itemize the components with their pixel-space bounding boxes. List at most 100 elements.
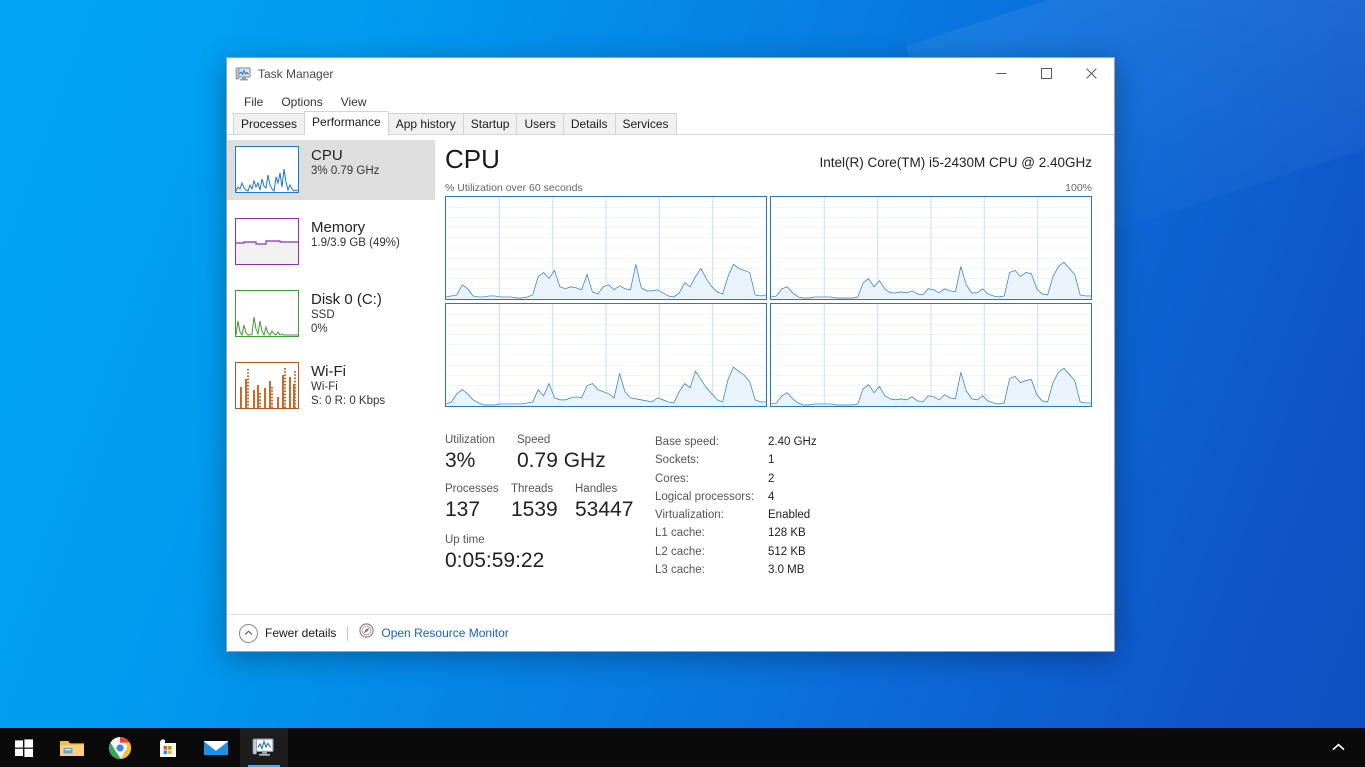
stat-speed: Speed 0.79 GHz	[517, 433, 606, 474]
stat-processes-value: 137	[445, 498, 481, 521]
tab-processes[interactable]: Processes	[233, 113, 306, 134]
sidebar-cpu-name: CPU	[311, 147, 343, 164]
sidebar-disk-name: Disk 0 (C:)	[311, 291, 382, 308]
window-title: Task Manager	[258, 66, 334, 81]
stat-processes: Processes 137	[445, 482, 511, 523]
cpu-model-name: Intel(R) Core(TM) i5-2430M CPU @ 2.40GHz	[819, 155, 1092, 170]
sidebar-memory-line1: 1.9/3.9 GB (49%)	[311, 237, 400, 249]
window-body: CPU 3% 0.79 GHz Memory 1.9/3.9 GB (49%)	[227, 135, 1114, 614]
cpu-graph-2	[445, 303, 767, 407]
taskbar	[0, 728, 1365, 767]
stat-handles: Handles 53447	[575, 482, 633, 523]
show-hidden-icons-chevron[interactable]	[1321, 728, 1355, 767]
detail-value: 1	[768, 454, 775, 467]
footer-separator	[347, 625, 349, 641]
memory-thumbnail-graph	[235, 218, 299, 265]
detail-value: Enabled	[768, 509, 811, 522]
sidebar-memory-text: Memory 1.9/3.9 GB (49%)	[311, 218, 400, 250]
task-manager-icon	[235, 66, 251, 82]
detail-value: 2	[768, 472, 775, 485]
detail-key: Cores:	[655, 472, 689, 485]
detail-value: 2.40 GHz	[768, 436, 817, 448]
stat-threads-label: Threads	[511, 483, 554, 495]
cpu-details-list: Base speed: 2.40 GHz Sockets: 1 Cores: 2…	[651, 433, 1092, 579]
stat-utilization: Utilization 3%	[445, 433, 517, 474]
mail-icon[interactable]	[192, 728, 240, 767]
cpu-graph-3	[770, 303, 1092, 407]
detail-row: L1 cache: 128 KB	[655, 524, 1092, 542]
graph-caption: % Utilization over 60 seconds	[445, 182, 583, 194]
close-button[interactable]	[1069, 58, 1114, 89]
file-explorer-icon[interactable]	[48, 728, 96, 767]
cpu-graph-1	[770, 196, 1092, 300]
microsoft-store-icon[interactable]	[144, 728, 192, 767]
fewer-details-button[interactable]: Fewer details	[239, 623, 337, 643]
sidebar-disk-line2: 0%	[311, 323, 328, 335]
tab-users[interactable]: Users	[516, 113, 564, 134]
sidebar-wifi-name: Wi-Fi	[311, 363, 346, 380]
detail-key: Sockets:	[655, 454, 700, 467]
task-manager-taskbar-icon[interactable]	[240, 728, 288, 767]
detail-row: Base speed: 2.40 GHz	[655, 433, 1092, 451]
sidebar-item-cpu[interactable]: CPU 3% 0.79 GHz	[227, 140, 435, 200]
menu-file[interactable]: File	[235, 92, 272, 112]
menu-view[interactable]: View	[332, 92, 376, 112]
stat-handles-value: 53447	[575, 498, 634, 521]
stats-row-2: Processes 137 Threads 1539 Handles 53447	[445, 482, 651, 523]
detail-value: 4	[768, 490, 775, 503]
cpu-graph-0	[445, 196, 767, 300]
tab-app-history[interactable]: App history	[387, 113, 464, 134]
detail-row: L2 cache: 512 KB	[655, 543, 1092, 561]
stat-threads: Threads 1539	[511, 482, 575, 523]
sidebar-item-memory[interactable]: Memory 1.9/3.9 GB (49%)	[227, 212, 435, 272]
tab-strip: Processes Performance App history Startu…	[227, 111, 1114, 135]
stat-speed-value: 0.79 GHz	[517, 449, 606, 472]
tab-startup[interactable]: Startup	[462, 113, 518, 134]
stat-threads-value: 1539	[511, 498, 558, 521]
sidebar-wifi-line2: S: 0 R: 0 Kbps	[311, 395, 386, 407]
maximize-button[interactable]	[1024, 58, 1069, 89]
stat-uptime-label: Up time	[445, 534, 485, 546]
chrome-icon[interactable]	[96, 728, 144, 767]
sidebar-cpu-line1: 3% 0.79 GHz	[311, 165, 380, 177]
sidebar-item-disk[interactable]: Disk 0 (C:) SSD 0%	[227, 284, 435, 344]
cpu-detail-panel: CPU Intel(R) Core(TM) i5-2430M CPU @ 2.4…	[435, 135, 1114, 614]
detail-key: L1 cache:	[655, 527, 705, 540]
stat-utilization-value: 3%	[445, 449, 476, 472]
chevron-up-icon	[239, 623, 258, 643]
detail-value: 512 KB	[768, 545, 806, 558]
sidebar-item-wifi[interactable]: Wi-Fi Wi-Fi S: 0 R: 0 Kbps	[227, 356, 435, 416]
sidebar-wifi-text: Wi-Fi Wi-Fi S: 0 R: 0 Kbps	[311, 362, 385, 408]
cpu-thumbnail-graph	[235, 146, 299, 193]
detail-row: Virtualization: Enabled	[655, 506, 1092, 524]
minimize-button[interactable]	[979, 58, 1024, 89]
stat-processes-label: Processes	[445, 483, 499, 495]
cpu-stats-left: Utilization 3% Speed 0.79 GHz Processes …	[445, 433, 651, 579]
tab-performance[interactable]: Performance	[304, 111, 389, 135]
detail-key: Virtualization:	[655, 509, 724, 522]
detail-row: Logical processors: 4	[655, 488, 1092, 506]
resource-monitor-icon	[359, 623, 374, 643]
start-button[interactable]	[0, 728, 48, 767]
detail-key: L3 cache:	[655, 564, 705, 577]
stat-utilization-label: Utilization	[445, 434, 495, 446]
stat-uptime-value: 0:05:59:22	[445, 549, 545, 572]
stats-row-3: Up time 0:05:59:22	[445, 533, 651, 574]
stats-row-1: Utilization 3% Speed 0.79 GHz	[445, 433, 651, 474]
fewer-details-label: Fewer details	[265, 626, 337, 640]
detail-value: 128 KB	[768, 527, 806, 540]
disk-thumbnail-graph	[235, 290, 299, 337]
detail-key: Logical processors:	[655, 490, 755, 503]
window-footer: Fewer details Open Resource Monitor	[227, 614, 1114, 651]
tab-services[interactable]: Services	[614, 113, 677, 134]
resource-monitor-label: Open Resource Monitor	[381, 626, 509, 640]
sidebar-disk-line1: SSD	[311, 309, 335, 321]
detail-row: L3 cache: 3.0 MB	[655, 561, 1092, 579]
menu-options[interactable]: Options	[272, 92, 331, 112]
page-title: CPU	[445, 144, 500, 174]
open-resource-monitor-link[interactable]: Open Resource Monitor	[359, 623, 509, 643]
sidebar-cpu-text: CPU 3% 0.79 GHz	[311, 146, 379, 178]
tab-details[interactable]: Details	[562, 113, 616, 134]
detail-key: L2 cache:	[655, 545, 705, 558]
logical-processor-graphs	[445, 196, 1092, 407]
